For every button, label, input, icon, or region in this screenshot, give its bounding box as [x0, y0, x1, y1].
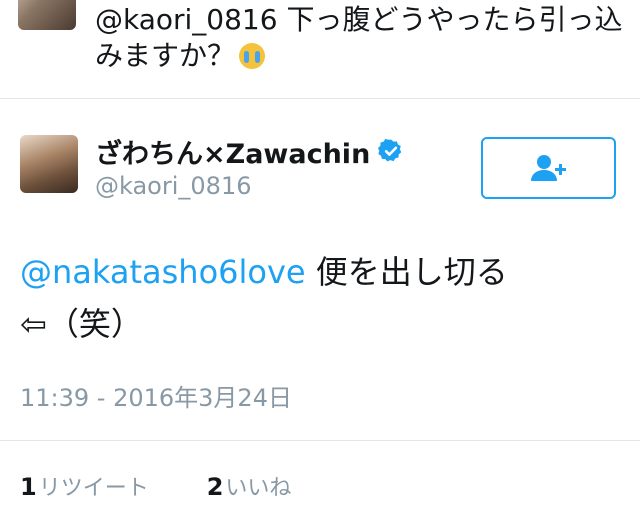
retweet-count: 1: [20, 473, 37, 501]
follow-button[interactable]: [481, 137, 616, 199]
user-handle[interactable]: @kaori_0816: [95, 172, 251, 200]
like-label: いいね: [225, 476, 292, 501]
user-name-row[interactable]: ざわちん×Zawachin: [95, 132, 404, 171]
retweet-stat[interactable]: 1 リツイート: [20, 470, 149, 502]
tweet-stats: 1 リツイート 2 いいね: [20, 470, 349, 502]
previous-tweet[interactable]: @kaori_0816 下っ腹どうやったら引っ込みますか？: [0, 0, 640, 98]
like-stat[interactable]: 2 いいね: [207, 470, 292, 502]
mention-link[interactable]: @nakatasho6love: [20, 253, 306, 291]
retweet-label: リツイート: [38, 476, 149, 501]
divider: [0, 440, 640, 441]
divider: [0, 98, 640, 99]
add-user-icon: [530, 155, 566, 181]
tweet-timestamp[interactable]: 11:39 - 2016年3月24日: [20, 378, 292, 413]
tweet-text-line2: ⇦（笑）: [20, 305, 143, 343]
tweet-text-line1: 便を出し切る: [305, 253, 508, 291]
crying-face-emoji-icon: [239, 43, 266, 69]
verified-badge-icon: [378, 138, 402, 162]
display-name[interactable]: ざわちん×Zawachin: [95, 132, 370, 171]
previous-tweet-content: @kaori_0816 下っ腹どうやったら引っ込みますか？: [95, 3, 623, 72]
tweet-text: @nakatasho6love 便を出し切る ⇦（笑）: [20, 246, 620, 350]
like-count: 2: [206, 473, 224, 501]
avatar[interactable]: [20, 135, 78, 193]
previous-tweet-text: @kaori_0816 下っ腹どうやったら引っ込みますか？: [95, 2, 625, 74]
avatar[interactable]: [18, 0, 76, 30]
